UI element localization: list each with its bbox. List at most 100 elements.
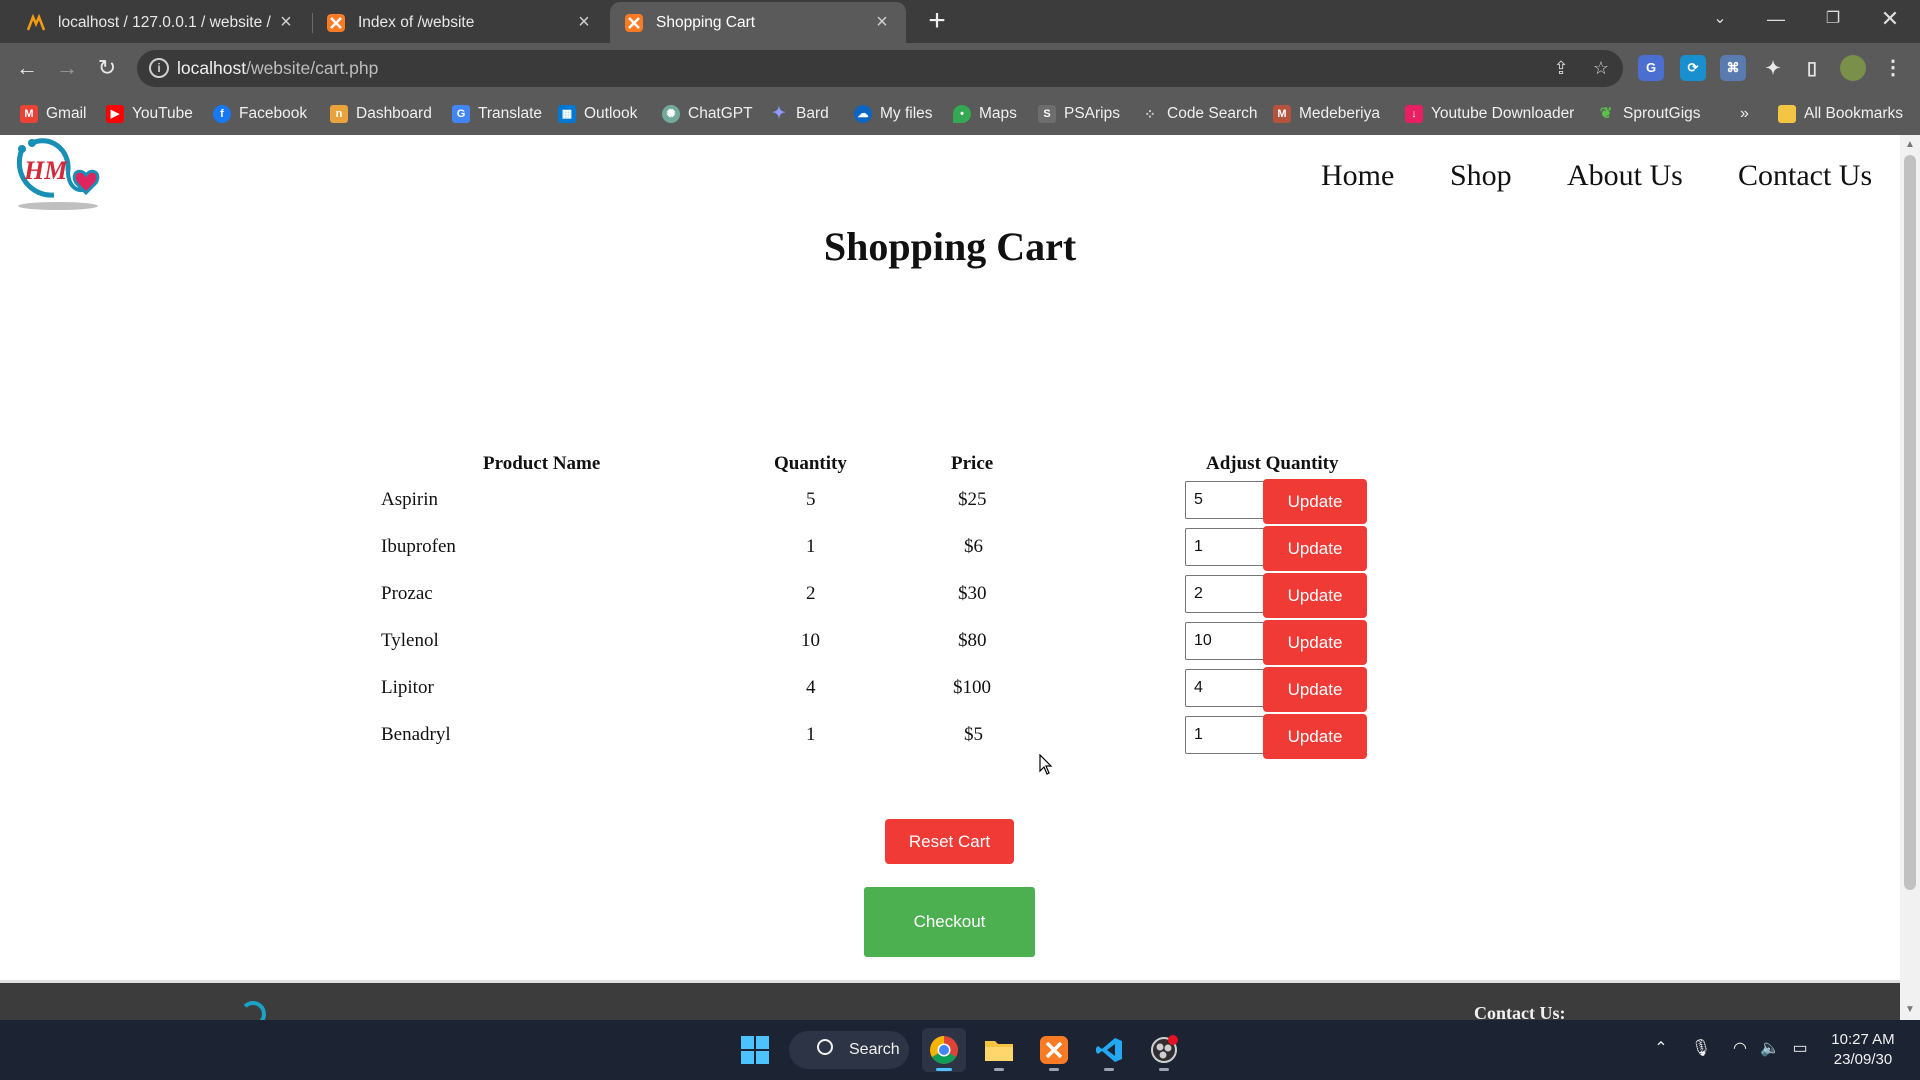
bookmark-medeberiya[interactable]: M Medeberiya	[1273, 103, 1380, 125]
vscode-taskbar-icon[interactable]	[1087, 1028, 1131, 1072]
nav-about-us[interactable]: About Us	[1567, 159, 1683, 193]
update-button[interactable]: Update	[1263, 620, 1367, 665]
update-button[interactable]: Update	[1263, 573, 1367, 618]
tab-search-icon[interactable]: ⌄	[1692, 0, 1748, 40]
tab-strip: localhost / 127.0.0.1 / website / p × In…	[0, 0, 1920, 43]
quantity-input[interactable]	[1185, 716, 1265, 754]
browser-toolbar: ← → ↻ i localhost/website/cart.php ⇪ ☆ G…	[0, 43, 1920, 93]
quantity-input[interactable]	[1185, 669, 1265, 707]
bookmark-star-icon[interactable]: ☆	[1589, 56, 1613, 80]
nav-contact-us[interactable]: Contact Us	[1738, 159, 1872, 193]
bookmark-sproutgigs[interactable]: ❦ SproutGigs	[1597, 103, 1701, 125]
clock-date: 23/09/30	[1833, 1051, 1893, 1068]
product-quantity: 1	[806, 536, 816, 557]
restore-button[interactable]: ❐	[1805, 0, 1861, 40]
product-price: $100	[953, 677, 991, 698]
bookmark-youtube-downloader[interactable]: ↓ Youtube Downloader	[1405, 103, 1574, 125]
taskbar-search[interactable]: Search	[789, 1031, 909, 1069]
chatgpt-icon: ✺	[662, 105, 680, 123]
bookmark-dashboard[interactable]: n Dashboard	[330, 103, 432, 125]
bookmark-facebook[interactable]: f Facebook	[213, 103, 307, 125]
site-logo[interactable]: HM	[10, 135, 110, 215]
quantity-input[interactable]	[1185, 622, 1265, 660]
footer-logo	[240, 1001, 266, 1020]
share-icon[interactable]: ⇪	[1549, 56, 1573, 80]
bookmark-chatgpt[interactable]: ✺ ChatGPT	[662, 103, 753, 125]
bookmark-gmail[interactable]: M Gmail	[20, 103, 86, 125]
address-bar[interactable]: i localhost/website/cart.php ⇪ ☆	[137, 50, 1623, 87]
site-info-icon[interactable]: i	[149, 58, 169, 78]
bookmarks-overflow-icon[interactable]: »	[1740, 103, 1749, 125]
menu-kebab-icon[interactable]: ⋮	[1880, 55, 1906, 81]
url-text[interactable]: localhost/website/cart.php	[177, 58, 378, 79]
wifi-icon[interactable]: ◠	[1728, 1038, 1752, 1058]
extensions-puzzle-icon[interactable]: ✦	[1760, 55, 1786, 81]
page-scrollbar[interactable]: ▲ ▼	[1900, 135, 1920, 1020]
sync-extension-icon[interactable]: ⟳	[1680, 55, 1706, 81]
reset-cart-button[interactable]: Reset Cart	[885, 819, 1014, 864]
tab-shopping-cart[interactable]: Shopping Cart ×	[610, 2, 906, 43]
close-icon[interactable]: ×	[276, 11, 296, 34]
update-button[interactable]: Update	[1263, 526, 1367, 571]
tab-phpmyadmin[interactable]: localhost / 127.0.0.1 / website / p ×	[12, 2, 310, 43]
scroll-up-arrow-icon[interactable]: ▲	[1903, 138, 1917, 152]
nav-home[interactable]: Home	[1321, 159, 1394, 193]
xampp-taskbar-icon[interactable]	[1032, 1028, 1076, 1072]
medeberiya-icon: M	[1273, 105, 1291, 123]
bookmark-youtube[interactable]: ▶ YouTube	[106, 103, 193, 125]
tray-overflow-chevron-icon[interactable]: ⌃	[1649, 1038, 1673, 1058]
bookmark-outlook[interactable]: ▦ Outlook	[558, 103, 637, 125]
table-row: Lipitor 4 $100 Update	[370, 667, 1370, 714]
scroll-down-arrow-icon[interactable]: ▼	[1903, 1003, 1917, 1017]
running-indicator	[994, 1068, 1004, 1071]
side-panel-icon[interactable]: ▯	[1799, 55, 1825, 81]
quantity-input[interactable]	[1185, 528, 1265, 566]
translate-icon: G	[452, 105, 470, 123]
window-close-button[interactable]: ✕	[1862, 0, 1918, 40]
volume-icon[interactable]: 🔈	[1758, 1038, 1782, 1058]
scrollbar-thumb[interactable]	[1904, 155, 1916, 890]
battery-icon[interactable]: ▭	[1788, 1038, 1812, 1058]
xampp-icon	[1040, 1036, 1068, 1064]
product-quantity: 2	[806, 583, 816, 604]
close-icon[interactable]: ×	[574, 11, 594, 34]
header-quantity: Quantity	[774, 453, 847, 474]
tab-index[interactable]: Index of /website ×	[312, 2, 608, 43]
bookmark-my-files[interactable]: ☁ My files	[854, 103, 933, 125]
translate-extension-icon[interactable]: G	[1638, 55, 1664, 81]
forward-button[interactable]: →	[50, 51, 84, 85]
nav-shop[interactable]: Shop	[1450, 159, 1512, 193]
folder-icon	[985, 1041, 1013, 1061]
bookmark-code-search[interactable]: ⁘ Code Search	[1141, 103, 1257, 125]
quantity-input[interactable]	[1185, 575, 1265, 613]
youtube-icon: ▶	[106, 105, 124, 123]
quantity-input[interactable]	[1185, 481, 1265, 519]
gmail-icon: M	[20, 105, 38, 123]
close-icon[interactable]: ×	[872, 11, 892, 34]
chrome-icon	[930, 1036, 958, 1064]
bookmark-bard[interactable]: ✦ Bard	[770, 103, 828, 125]
tools-extension-icon[interactable]: ⌘	[1720, 55, 1746, 81]
bookmark-psarips[interactable]: S PSArips	[1038, 103, 1120, 125]
xampp-icon	[326, 13, 346, 33]
start-button[interactable]	[733, 1028, 777, 1072]
chrome-taskbar-icon[interactable]	[922, 1028, 966, 1072]
bookmark-maps[interactable]: • Maps	[953, 103, 1017, 125]
profile-avatar[interactable]	[1840, 55, 1866, 81]
new-tab-button[interactable]: +	[922, 6, 952, 37]
update-button[interactable]: Update	[1263, 714, 1367, 759]
file-explorer-taskbar-icon[interactable]	[977, 1028, 1021, 1072]
reload-button[interactable]: ↻	[90, 51, 124, 85]
back-button[interactable]: ←	[10, 51, 44, 85]
update-button[interactable]: Update	[1263, 479, 1367, 524]
bookmark-translate[interactable]: G Translate	[452, 103, 542, 125]
obs-taskbar-icon[interactable]	[1142, 1028, 1186, 1072]
minimize-button[interactable]: —	[1748, 0, 1804, 40]
taskbar-clock[interactable]: 10:27 AM 23/09/30	[1818, 1030, 1908, 1070]
all-bookmarks[interactable]: All Bookmarks	[1778, 103, 1903, 125]
checkout-button[interactable]: Checkout	[864, 887, 1035, 957]
product-price: $30	[958, 583, 987, 604]
site-footer: Contact Us:	[0, 980, 1900, 1020]
update-button[interactable]: Update	[1263, 667, 1367, 712]
microphone-icon[interactable]: 🎙	[1689, 1038, 1713, 1058]
